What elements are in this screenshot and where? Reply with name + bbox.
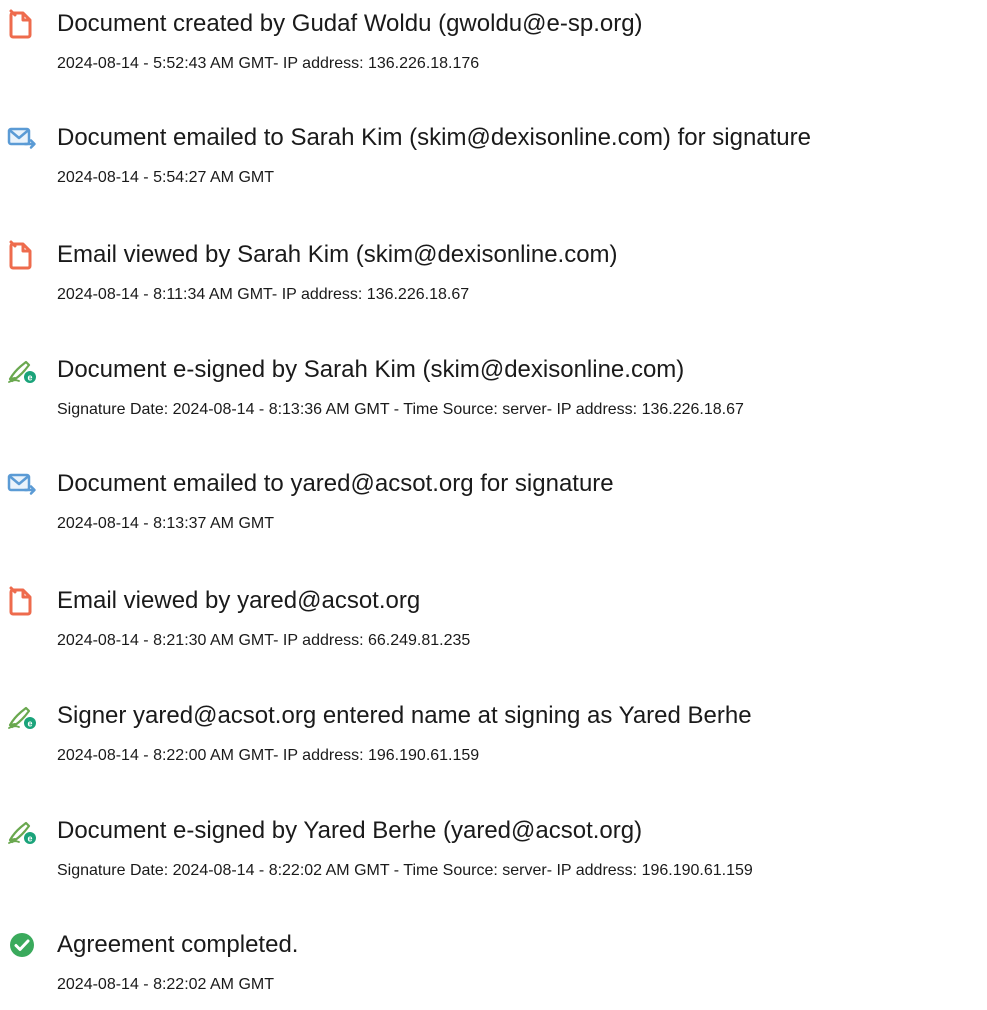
event-title: Document emailed to Sarah Kim (skim@dexi…	[57, 124, 811, 151]
email-sent-icon	[7, 123, 37, 153]
event-detail: 2024-08-14 - 5:52:43 AM GMT- IP address:…	[57, 55, 480, 72]
transaction-history: Document created by Gudaf Woldu (gwoldu@…	[0, 0, 987, 993]
event-detail: 2024-08-14 - 8:13:37 AM GMT	[57, 515, 274, 532]
svg-text:e: e	[27, 833, 32, 843]
event-title: Email viewed by Sarah Kim (skim@dexisonl…	[57, 241, 618, 268]
event-title: Email viewed by yared@acsot.org	[57, 587, 421, 614]
history-event: e Signer yared@acsot.org entered name at…	[0, 701, 987, 781]
document-viewed-icon	[7, 240, 37, 270]
event-detail: Signature Date: 2024-08-14 - 8:13:36 AM …	[57, 401, 744, 418]
event-detail: 2024-08-14 - 8:22:00 AM GMT- IP address:…	[57, 747, 480, 764]
email-sent-icon	[7, 469, 37, 499]
event-title: Agreement completed.	[57, 931, 299, 958]
e-sign-pen-icon: e	[7, 816, 37, 846]
e-sign-pen-icon: e	[7, 701, 37, 731]
history-event: e Document e-signed by Yared Berhe (yare…	[0, 816, 987, 896]
history-event: Document emailed to Sarah Kim (skim@dexi…	[0, 123, 987, 203]
event-title: Document e-signed by Yared Berhe (yared@…	[57, 817, 643, 844]
history-event: Document emailed to yared@acsot.org for …	[0, 469, 987, 549]
history-event: e Document e-signed by Sarah Kim (skim@d…	[0, 355, 987, 435]
history-event: Email viewed by Sarah Kim (skim@dexisonl…	[0, 240, 987, 320]
event-title: Document e-signed by Sarah Kim (skim@dex…	[57, 356, 685, 383]
checkmark-circle-icon	[7, 930, 37, 960]
event-title: Document emailed to yared@acsot.org for …	[57, 470, 614, 497]
event-detail: 2024-08-14 - 5:54:27 AM GMT	[57, 169, 274, 186]
e-sign-pen-icon: e	[7, 355, 37, 385]
history-event: Agreement completed. 2024-08-14 - 8:22:0…	[0, 930, 987, 1010]
document-viewed-icon	[7, 586, 37, 616]
document-created-icon	[7, 9, 37, 39]
event-title: Signer yared@acsot.org entered name at s…	[57, 702, 752, 729]
svg-text:e: e	[27, 372, 32, 382]
event-detail: 2024-08-14 - 8:21:30 AM GMT- IP address:…	[57, 632, 471, 649]
event-title: Document created by Gudaf Woldu (gwoldu@…	[57, 10, 643, 37]
svg-text:e: e	[27, 718, 32, 728]
history-event: Document created by Gudaf Woldu (gwoldu@…	[0, 9, 987, 89]
event-detail: Signature Date: 2024-08-14 - 8:22:02 AM …	[57, 862, 753, 879]
event-detail: 2024-08-14 - 8:11:34 AM GMT- IP address:…	[57, 286, 470, 303]
history-event: Email viewed by yared@acsot.org 2024-08-…	[0, 586, 987, 666]
